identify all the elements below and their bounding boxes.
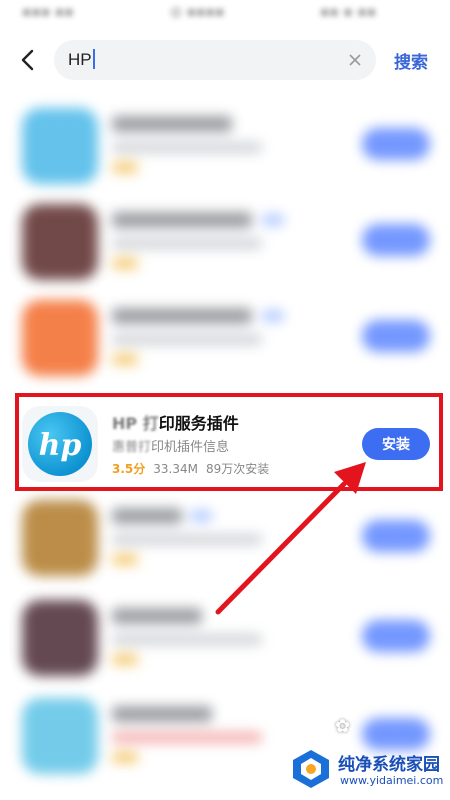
site-watermark: 纯净系统家园 www.yidaimei.com: [288, 742, 448, 798]
rating-blurred: [112, 162, 138, 173]
search-box[interactable]: HP: [54, 40, 376, 80]
svg-text:hp: hp: [39, 428, 82, 463]
tag-blurred: [262, 214, 284, 226]
list-item[interactable]: [0, 104, 450, 200]
app-desc-blurred: [112, 334, 262, 345]
app-name-blurred: [112, 508, 182, 524]
list-item[interactable]: [0, 200, 450, 296]
watermark-url: www.yidaimei.com: [340, 774, 444, 787]
app-icon: [22, 600, 98, 676]
app-desc-blurred: [112, 634, 262, 645]
back-button[interactable]: [14, 44, 42, 76]
list-item[interactable]: [0, 596, 450, 692]
hp-logo-icon: hp: [22, 406, 98, 482]
install-button[interactable]: 安装: [362, 428, 430, 460]
app-name-blurred: [112, 706, 212, 722]
status-left: ▪▪▪ ▪▪: [22, 4, 74, 20]
search-input[interactable]: HP: [68, 40, 95, 80]
app-icon: [22, 500, 98, 576]
app-installs: 89万次安装: [205, 462, 270, 476]
app-icon: [22, 300, 98, 376]
app-size: 33.34M: [153, 462, 198, 476]
rating-blurred: [112, 752, 138, 763]
install-button-blurred[interactable]: [362, 520, 430, 552]
install-button-blurred[interactable]: [362, 224, 430, 256]
chevron-left-icon: [21, 49, 34, 71]
rating-blurred: [112, 258, 138, 269]
list-item[interactable]: [0, 296, 450, 392]
install-button-blurred[interactable]: [362, 320, 430, 352]
search-query: HP: [68, 50, 92, 69]
tag-blurred: [190, 510, 212, 522]
app-desc-blurred: [112, 142, 262, 153]
app-name-blurred: [112, 308, 252, 324]
list-item[interactable]: [0, 496, 450, 592]
install-button-blurred[interactable]: [362, 128, 430, 160]
app-desc-blurred: [112, 732, 262, 743]
status-right: ▪▪ ▪ ▪▪: [320, 4, 377, 20]
baidu-paw-watermark: ✿: [335, 716, 351, 737]
app-icon: [22, 108, 98, 184]
app-rating: 3.5分: [112, 462, 146, 476]
rating-blurred: [112, 554, 138, 565]
status-center: ◍ ▪▪▪▪: [170, 4, 225, 20]
install-button-blurred[interactable]: [362, 620, 430, 652]
app-icon: [22, 204, 98, 280]
app-icon: [22, 698, 98, 774]
clear-icon[interactable]: [346, 51, 364, 69]
watermark-title: 纯净系统家园: [338, 755, 440, 775]
app-name: HP 打印服务插件: [112, 414, 239, 433]
rating-blurred: [112, 654, 138, 665]
app-desc-blurred: [112, 534, 262, 545]
rating-blurred: [112, 354, 138, 365]
tag-blurred: [262, 310, 284, 322]
app-desc-blurred: [112, 238, 262, 249]
app-name-blurred: [112, 116, 232, 132]
site-logo-icon: [293, 750, 329, 788]
app-meta: 3.5分 33.34M 89万次安装: [112, 460, 269, 477]
app-name-blurred: [112, 608, 202, 624]
app-description: 惠普打印机插件信息: [112, 440, 230, 455]
search-button[interactable]: 搜索: [394, 48, 428, 73]
app-name-blurred: [112, 212, 252, 228]
status-bar: ▪▪▪ ▪▪ ◍ ▪▪▪▪ ▪▪ ▪ ▪▪: [0, 0, 450, 28]
text-caret: [92, 49, 95, 69]
